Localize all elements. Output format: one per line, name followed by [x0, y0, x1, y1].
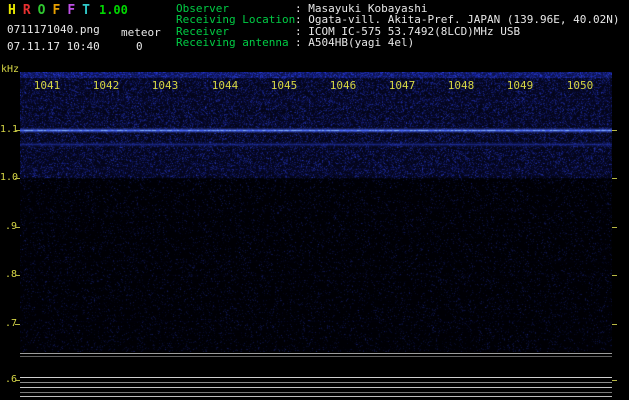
axis-tick — [612, 178, 617, 179]
observation-info: Observer: Masayuki Kobayashi Receiving L… — [176, 3, 620, 49]
x-axis-label: 1050 — [566, 79, 594, 92]
x-axis-label: 1045 — [270, 79, 298, 92]
filename-label: 0711171040.png — [7, 23, 100, 36]
title-letter: F — [52, 3, 61, 18]
level-line — [20, 353, 612, 354]
x-axis-label: 1047 — [388, 79, 416, 92]
axis-tick — [612, 227, 617, 228]
axis-tick — [612, 380, 617, 381]
axis-tick — [612, 130, 617, 131]
axis-tick — [15, 227, 20, 228]
info-row: Receiving antenna : A504HB(yagi 4el) — [176, 36, 620, 50]
title-letter: H — [8, 3, 16, 18]
axis-tick — [15, 275, 20, 276]
title-letter: F — [67, 3, 76, 18]
x-axis-label: 1044 — [211, 79, 239, 92]
axis-tick — [15, 324, 20, 325]
x-axis-label: 1041 — [33, 79, 61, 92]
x-axis-label: 1043 — [151, 79, 179, 92]
info-label: Receiving antenna — [176, 36, 289, 50]
level-line — [20, 396, 612, 397]
title-letter: R — [22, 3, 31, 18]
level-line — [20, 392, 612, 393]
level-line — [20, 356, 612, 357]
title-letter: T — [82, 3, 90, 18]
axis-tick — [612, 324, 617, 325]
x-axis-label: 1042 — [92, 79, 120, 92]
level-line — [20, 387, 612, 388]
level-line — [20, 382, 612, 383]
level-line — [20, 377, 612, 378]
version-label: 1.00 — [98, 3, 128, 17]
app-title: H R O F F T 1.00 — [8, 3, 128, 18]
axis-tick — [15, 380, 20, 381]
axis-tick — [15, 178, 20, 179]
x-axis-label: 1048 — [447, 79, 475, 92]
spectrogram-canvas — [20, 72, 612, 352]
x-axis-label: 1046 — [329, 79, 357, 92]
hrofft-window: H R O F F T 1.00 0711171040.png meteor 0 07.11… — [0, 0, 629, 400]
datetime-label: 07.11.17 10:40 — [7, 40, 100, 53]
axis-tick — [612, 275, 617, 276]
info-value: : A504HB(yagi 4el) — [295, 36, 415, 50]
axis-tick — [15, 130, 20, 131]
title-letter: O — [37, 3, 46, 18]
mode-label: meteor — [121, 26, 161, 39]
x-axis-label: 1049 — [506, 79, 534, 92]
freq-unit-label: kHz — [1, 64, 20, 75]
meteor-count: 0 — [136, 40, 143, 53]
